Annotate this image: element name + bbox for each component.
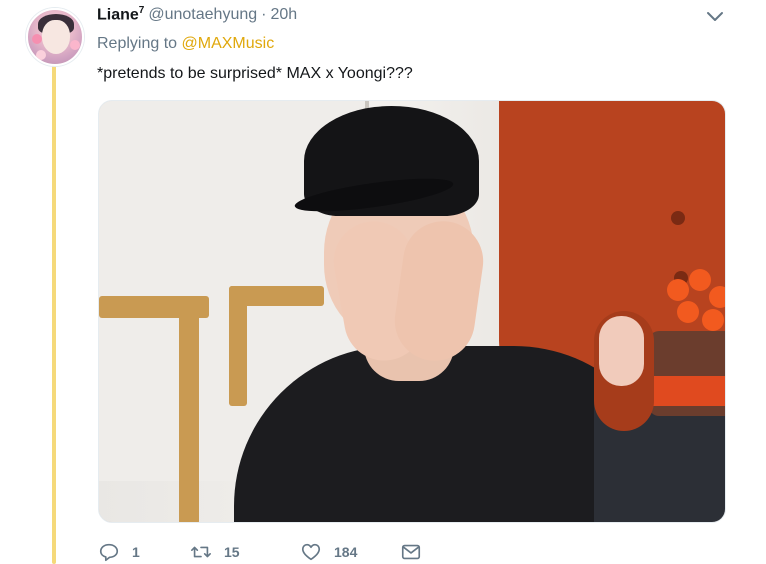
- replying-prefix: Replying to: [97, 35, 178, 52]
- name-superscript: 7: [138, 5, 145, 16]
- reply-count: 1: [132, 544, 140, 560]
- display-name[interactable]: Liane7: [97, 5, 144, 24]
- envelope-icon: [401, 544, 421, 560]
- separator-dot: ·: [261, 6, 267, 24]
- direct-message-button[interactable]: [400, 541, 422, 563]
- tweet-actions: 1 15 184: [98, 540, 422, 564]
- like-count: 184: [334, 544, 358, 560]
- thread-line: [52, 64, 56, 564]
- tweet-header: Liane7 @unotaehyung · 20h: [97, 5, 297, 27]
- retweet-icon: [191, 546, 211, 558]
- tweet-media-image[interactable]: [98, 100, 726, 523]
- timestamp[interactable]: 20h: [270, 6, 297, 24]
- retweet-button[interactable]: 15: [190, 541, 300, 563]
- reply-button[interactable]: 1: [98, 541, 190, 563]
- like-button[interactable]: 184: [300, 541, 400, 563]
- tweet-text: *pretends to be surprised* MAX x Yoongi?…: [97, 65, 413, 82]
- user-handle[interactable]: @unotaehyung: [148, 6, 257, 24]
- chevron-down-icon[interactable]: [706, 10, 724, 24]
- replying-to: Replying to @MAXMusic: [97, 35, 274, 53]
- avatar[interactable]: [26, 8, 84, 66]
- retweet-count: 15: [224, 544, 240, 560]
- reply-icon: [99, 543, 119, 562]
- replying-to-link[interactable]: @MAXMusic: [182, 35, 275, 52]
- heart-icon: [301, 543, 321, 561]
